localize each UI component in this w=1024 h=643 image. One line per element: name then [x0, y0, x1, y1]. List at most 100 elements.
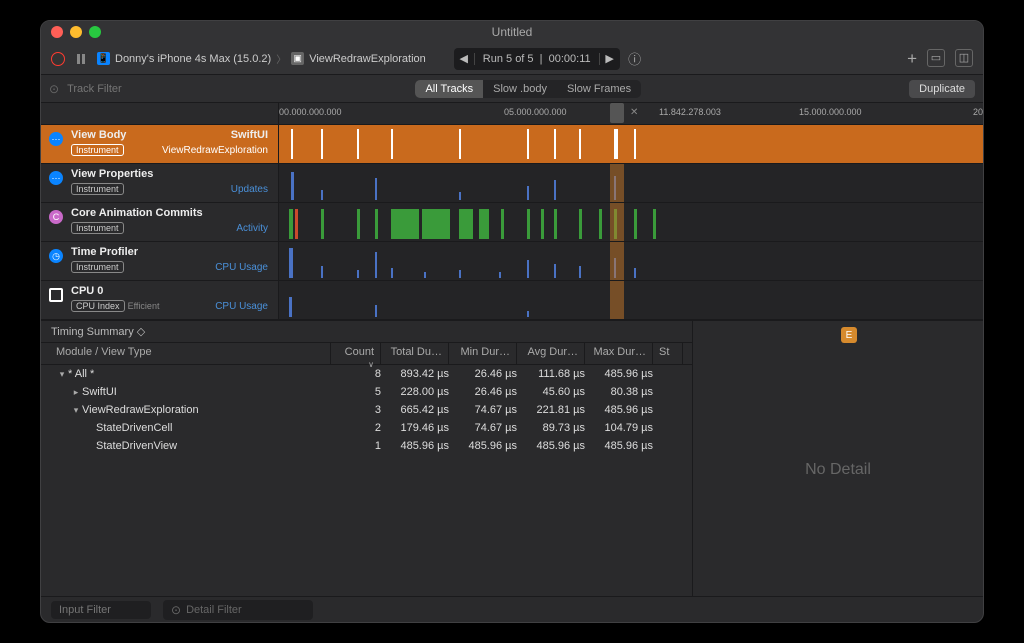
track-row[interactable]: ◷Time ProfilerInstrumentCPU Usage [41, 242, 983, 281]
timeline-bar [291, 172, 294, 200]
track-row[interactable]: C Core Animation Commits Instrument Activit… [41, 203, 983, 242]
table-row[interactable]: ▾* All *8893.42 µs26.46 µs111.68 µs485.9… [41, 365, 692, 383]
row-min: 26.46 µs [449, 368, 517, 380]
row-label: StateDrivenCell [96, 422, 172, 434]
col-count[interactable]: Count ∨ [331, 343, 381, 364]
row-max: 485.96 µs [585, 440, 653, 452]
disclosure-icon[interactable]: ▾ [56, 369, 68, 380]
row-total: 893.42 µs [381, 368, 449, 380]
track-name: CPU 0 [71, 285, 103, 297]
maximize-icon[interactable] [89, 26, 101, 38]
minimize-icon[interactable] [70, 26, 82, 38]
summary-header[interactable]: Timing Summary ◇ [41, 321, 692, 343]
row-avg: 111.68 µs [517, 368, 585, 380]
input-filter[interactable] [51, 601, 151, 619]
row-avg: 485.96 µs [517, 440, 585, 452]
bottom-pane: Timing Summary ◇ Module / View Type Coun… [41, 320, 983, 596]
track-lane[interactable] [279, 203, 983, 241]
timeline-bar [459, 129, 461, 159]
search-icon: ⊙ [49, 82, 59, 96]
track-subtitle: CPU Usage [215, 301, 268, 312]
inspector-button[interactable]: ◫ [955, 49, 973, 67]
instrument-badge: Instrument [71, 144, 124, 156]
add-button[interactable]: + [907, 49, 917, 69]
track-lane[interactable] [279, 125, 983, 163]
col-max[interactable]: Max Dur… [585, 343, 653, 364]
col-min[interactable]: Min Dur… [449, 343, 517, 364]
timeline-bar [554, 180, 556, 200]
next-run-button[interactable]: ▶ [600, 52, 620, 65]
col-avg[interactable]: Avg Dur… [517, 343, 585, 364]
instrument-badge: Instrument [71, 183, 124, 195]
col-total[interactable]: Total Du… [381, 343, 449, 364]
track-row[interactable]: CPU 0 CPU Index Efficient CPU Usage [41, 281, 983, 320]
timeline-bar [459, 209, 473, 239]
timeline-bar [321, 129, 323, 159]
library-button[interactable]: ▭ [927, 49, 945, 67]
track-icon: ⋯ [49, 171, 63, 185]
chevron-right-icon: 〉 [276, 51, 286, 66]
target-icon: ▣ [291, 52, 304, 65]
close-icon[interactable]: ✕ [630, 107, 638, 118]
timeline-bar [554, 209, 557, 239]
tab-all-tracks[interactable]: All Tracks [415, 80, 483, 98]
ruler-tick: 11.842.278.003 [659, 107, 721, 117]
e-badge[interactable]: E [841, 327, 857, 343]
track-lane[interactable] [279, 281, 983, 319]
track-name: View Properties [71, 168, 153, 180]
track-name: Core Animation Commits [71, 207, 203, 219]
breadcrumb[interactable]: 📱 Donny's iPhone 4s Max (15.0.2) 〉 ▣ Vie… [97, 51, 426, 66]
track-icon [49, 288, 63, 302]
search-icon: ⊙ [171, 603, 181, 617]
timeline-bar [375, 305, 377, 317]
track-filter-input[interactable] [67, 83, 267, 95]
timeline-bar [424, 272, 426, 278]
table-row[interactable]: StateDrivenCell2179.46 µs74.67 µs89.73 µ… [41, 419, 692, 437]
track-lane[interactable] [279, 164, 983, 202]
playhead[interactable] [610, 103, 624, 123]
timeline-bar [375, 252, 377, 278]
row-count: 3 [331, 404, 381, 416]
row-min: 74.67 µs [449, 404, 517, 416]
disclosure-icon[interactable]: ▾ [70, 405, 82, 416]
duplicate-button[interactable]: Duplicate [909, 80, 975, 98]
titlebar: Untitled [41, 21, 983, 43]
track-lane[interactable] [279, 242, 983, 280]
timeline-bar [459, 270, 461, 278]
ruler[interactable]: ✕ 00.000.000.00005.000.000.00011.842.278… [41, 103, 983, 125]
col-st[interactable]: St [653, 343, 683, 364]
row-label: * All * [68, 368, 94, 380]
record-button[interactable] [51, 52, 65, 66]
timeline-bar [527, 311, 529, 317]
close-icon[interactable] [51, 26, 63, 38]
pause-button[interactable] [73, 51, 89, 67]
tab-slow-frames[interactable]: Slow Frames [557, 80, 641, 98]
track-row[interactable]: ⋯View BodySwiftUIInstrumentViewRedrawExp… [41, 125, 983, 164]
table-row[interactable]: StateDrivenView1485.96 µs485.96 µs485.96… [41, 437, 692, 455]
timeline-bar [289, 248, 293, 278]
disclosure-icon[interactable]: ▸ [70, 387, 82, 398]
table-row[interactable]: ▸SwiftUI5228.00 µs26.46 µs45.60 µs80.38 … [41, 383, 692, 401]
detail-filter[interactable]: ⊙ Detail Filter [163, 600, 313, 620]
timeline-bar [391, 209, 419, 239]
track-icon: C [49, 210, 63, 224]
instrument-badge: Instrument [71, 222, 124, 234]
info-icon[interactable]: ⓘ [634, 49, 636, 69]
timeline-bar [289, 297, 292, 317]
track-row[interactable]: ⋯View PropertiesInstrumentUpdates [41, 164, 983, 203]
row-count: 5 [331, 386, 381, 398]
timeline-bar [499, 272, 501, 278]
col-module[interactable]: Module / View Type [41, 343, 331, 364]
badge-secondary: Efficient [128, 301, 160, 311]
row-avg: 89.73 µs [517, 422, 585, 434]
prev-run-button[interactable]: ◀ [454, 52, 474, 65]
run-label[interactable]: Run 5 of 5 | 00:00:11 [474, 53, 600, 65]
table-row[interactable]: ▾ViewRedrawExploration3665.42 µs74.67 µs… [41, 401, 692, 419]
timeline-bar [527, 260, 529, 278]
timeline-bar [554, 264, 556, 278]
track-right: SwiftUI [231, 129, 268, 141]
track-subtitle: Activity [236, 223, 268, 234]
table-header: Module / View Type Count ∨ Total Du… Min… [41, 343, 692, 365]
instrument-badge: CPU Index [71, 300, 125, 312]
tab-slow-body[interactable]: Slow .body [483, 80, 557, 98]
